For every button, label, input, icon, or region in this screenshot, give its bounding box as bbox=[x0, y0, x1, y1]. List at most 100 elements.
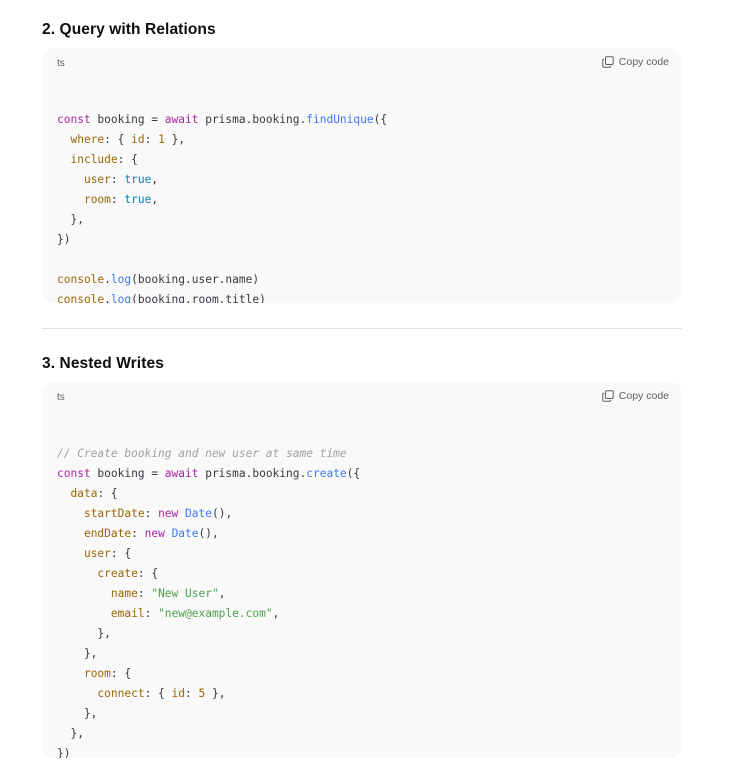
code-language-label: ts bbox=[57, 392, 65, 403]
code-token: create bbox=[306, 467, 347, 480]
code-language-label: ts bbox=[57, 58, 65, 69]
code-line: endDate: new Date(), bbox=[57, 524, 667, 544]
code-line: // Create booking and new user at same t… bbox=[57, 444, 667, 464]
code-token: // Create booking and new user at same t… bbox=[57, 447, 347, 460]
code-token: ({ bbox=[373, 113, 388, 126]
code-token: : bbox=[144, 507, 159, 520]
code-line: }, bbox=[57, 724, 667, 744]
code-token: data bbox=[70, 487, 98, 500]
code-token: : { bbox=[110, 667, 132, 680]
code-block-nested-writes: ts Copy code // Create booking and new u… bbox=[42, 382, 682, 758]
code-token: (), bbox=[211, 507, 233, 520]
code-line: }) bbox=[57, 744, 667, 758]
code-token: : bbox=[110, 193, 125, 206]
code-token: : bbox=[110, 173, 125, 186]
code-token: 1 bbox=[158, 133, 165, 146]
code-line: user: true, bbox=[57, 170, 667, 190]
code-token: }) bbox=[57, 233, 71, 246]
code-token: findUnique bbox=[306, 113, 374, 126]
code-token: "New User" bbox=[151, 587, 219, 600]
code-line: room: { bbox=[57, 664, 667, 684]
code-line: user: { bbox=[57, 544, 667, 564]
code-token: , bbox=[151, 173, 159, 186]
code-line: create: { bbox=[57, 564, 667, 584]
code-line: where: { id: 1 }, bbox=[57, 130, 667, 150]
code-content[interactable]: // Create booking and new user at same t… bbox=[42, 414, 682, 758]
code-token: create bbox=[97, 567, 138, 580]
copy-code-label: Copy code bbox=[618, 390, 669, 402]
code-token: booking = bbox=[90, 467, 165, 480]
code-token: connect bbox=[97, 687, 145, 700]
code-token: (booking.user.name) bbox=[131, 273, 260, 286]
code-token: Date bbox=[185, 507, 212, 520]
code-token: user bbox=[83, 173, 111, 186]
code-line: console.log(booking.room.title) bbox=[57, 290, 667, 303]
code-line: include: { bbox=[57, 150, 667, 170]
code-line: data: { bbox=[57, 484, 667, 504]
code-line: }, bbox=[57, 210, 667, 230]
code-token: startDate bbox=[83, 507, 145, 520]
code-token: : { bbox=[117, 153, 138, 166]
code-token: new bbox=[144, 527, 165, 540]
code-token: }, bbox=[57, 627, 111, 640]
code-token: email bbox=[110, 607, 145, 620]
code-token: : bbox=[144, 133, 159, 146]
code-line: startDate: new Date(), bbox=[57, 504, 667, 524]
section-divider bbox=[42, 328, 682, 329]
code-line: const booking = await prisma.booking.fin… bbox=[57, 110, 667, 130]
code-token: }, bbox=[57, 213, 84, 226]
code-token: , bbox=[218, 587, 226, 600]
copy-icon bbox=[602, 56, 614, 68]
code-token: , bbox=[151, 193, 159, 206]
code-token: (), bbox=[198, 527, 219, 540]
code-token: : { bbox=[137, 567, 159, 580]
code-token: }) bbox=[57, 747, 71, 758]
code-token: new bbox=[158, 507, 179, 520]
code-token: id bbox=[171, 687, 186, 700]
code-token: }, bbox=[164, 133, 186, 146]
code-line: }, bbox=[57, 644, 667, 664]
code-token: : { bbox=[144, 687, 172, 700]
copy-icon bbox=[602, 390, 614, 402]
code-token: : bbox=[137, 587, 152, 600]
copy-code-button[interactable]: Copy code bbox=[602, 56, 669, 68]
code-token: }, bbox=[205, 687, 226, 700]
code-line: connect: { id: 5 }, bbox=[57, 684, 667, 704]
code-token: : { bbox=[110, 547, 132, 560]
code-token: console bbox=[57, 273, 105, 286]
code-token: room bbox=[83, 193, 111, 206]
code-token: : bbox=[185, 687, 199, 700]
code-token: }, bbox=[57, 647, 98, 660]
code-token: }, bbox=[57, 727, 84, 740]
copy-code-button[interactable]: Copy code bbox=[602, 390, 669, 402]
code-token: const bbox=[57, 113, 91, 126]
code-line: }, bbox=[57, 704, 667, 724]
code-token: }, bbox=[57, 707, 98, 720]
code-token: where bbox=[70, 133, 105, 146]
copy-code-label: Copy code bbox=[618, 56, 669, 68]
code-content[interactable]: const booking = await prisma.booking.fin… bbox=[42, 80, 682, 303]
code-token: include bbox=[70, 153, 118, 166]
code-token: . bbox=[104, 293, 111, 303]
code-token: (booking.room.title) bbox=[131, 293, 266, 303]
code-token: ({ bbox=[346, 467, 361, 480]
code-line: name: "New User", bbox=[57, 584, 667, 604]
code-line: email: "new@example.com", bbox=[57, 604, 667, 624]
code-line: console.log(booking.user.name) bbox=[57, 270, 667, 290]
code-line: }) bbox=[57, 230, 667, 250]
code-token: await bbox=[164, 113, 199, 126]
code-token: log bbox=[110, 293, 132, 303]
code-token: : bbox=[144, 607, 159, 620]
